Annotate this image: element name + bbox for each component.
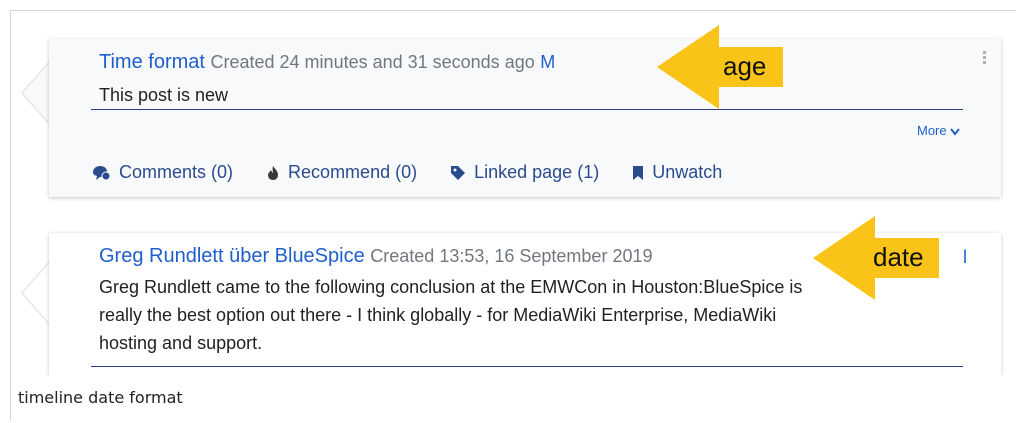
created-meta: Created 13:53, 16 September 2019 (370, 246, 653, 266)
kebab-menu-icon[interactable] (983, 51, 987, 66)
card-header: Greg Rundlett über BlueSpice Created 13:… (99, 245, 652, 268)
age-label: age (723, 51, 767, 81)
author-link[interactable]: M (540, 52, 555, 72)
card-header: Time format Created 24 minutes and 31 se… (99, 51, 555, 74)
unwatch-label: Unwatch (652, 162, 723, 182)
unwatch-button[interactable]: Unwatch (632, 162, 722, 183)
card-pointer (21, 61, 49, 125)
more-button[interactable]: More (917, 123, 961, 138)
timeline-card: Time format Created 24 minutes and 31 se… (49, 39, 1001, 197)
body-line: really the best option out there - I thi… (99, 305, 777, 325)
linked-page-label: Linked page (1) (474, 162, 600, 182)
comments-label: Comments (0) (119, 162, 234, 182)
created-meta: Created 24 minutes and 31 seconds ago (210, 52, 535, 72)
date-callout: date (813, 216, 943, 300)
divider (91, 109, 963, 110)
age-callout: age (657, 25, 787, 109)
author-link[interactable]: l (963, 247, 967, 268)
figure-caption: timeline date format (18, 388, 183, 407)
bookmark-icon (633, 165, 644, 180)
chevron-down-icon (950, 127, 961, 136)
card-pointer (21, 261, 49, 325)
card-title-link[interactable]: Time format (99, 51, 205, 73)
card-body: This post is new (99, 85, 229, 105)
card-actions: Comments (0) Recommend (0) Linked page (… (91, 162, 750, 186)
card-title-link[interactable]: Greg Rundlett über BlueSpice (99, 245, 365, 267)
arrow-left-icon (657, 25, 783, 109)
linked-page-button[interactable]: Linked page (1) (450, 162, 599, 183)
screenshot-area: Time format Created 24 minutes and 31 se… (11, 11, 1017, 375)
divider (91, 366, 963, 367)
date-label: date (873, 242, 924, 272)
recommend-button[interactable]: Recommend (0) (266, 162, 417, 183)
recommend-label: Recommend (0) (288, 162, 418, 182)
tag-icon (451, 165, 466, 180)
flame-icon (268, 165, 279, 180)
more-label: More (917, 123, 947, 138)
comments-button[interactable]: Comments (0) (91, 162, 233, 183)
comments-icon (93, 165, 111, 180)
body-line: hosting and support. (99, 333, 263, 353)
